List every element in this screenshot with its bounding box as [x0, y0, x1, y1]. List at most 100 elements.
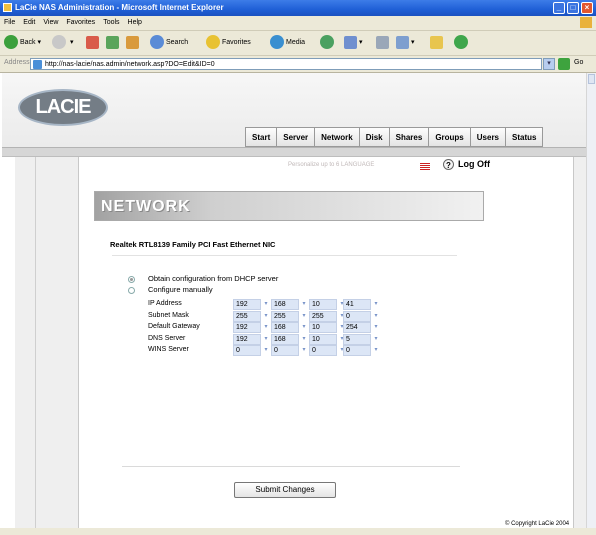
octet-select[interactable]: 254 [343, 322, 371, 333]
back-button[interactable]: Back ▾ [4, 34, 41, 52]
octet-select[interactable]: 0 [343, 310, 371, 322]
menu-favorites[interactable]: Favorites [62, 16, 99, 30]
divider [112, 255, 457, 256]
octet-select[interactable]: 192 [233, 333, 261, 345]
tab-start[interactable]: Start [245, 127, 277, 147]
media-button[interactable]: Media [270, 34, 305, 52]
chevron-down-icon[interactable]: ▾ [261, 311, 271, 322]
print-button[interactable] [376, 34, 389, 52]
tab-status[interactable]: Status [505, 127, 544, 147]
chevron-down-icon[interactable]: ▾ [261, 322, 271, 333]
nav-tabs: Start Server Network Disk Shares Groups … [245, 127, 544, 147]
language-flag-icon[interactable] [420, 163, 430, 170]
octet-select[interactable]: 0 [309, 345, 337, 356]
chevron-down-icon[interactable]: ▾ [371, 322, 381, 333]
home-button[interactable] [126, 34, 139, 52]
close-button[interactable]: × [581, 2, 593, 14]
edit-button[interactable]: ▾ [396, 34, 414, 52]
chevron-down-icon[interactable]: ▾ [299, 334, 309, 345]
chevron-down-icon[interactable]: ▾ [299, 345, 309, 356]
folder-button[interactable] [430, 34, 443, 52]
menu-edit[interactable]: Edit [19, 16, 39, 30]
chevron-down-icon[interactable]: ▾ [371, 345, 381, 356]
chevron-down-icon[interactable]: ▾ [261, 345, 271, 356]
chevron-down-icon[interactable]: ▾ [299, 322, 309, 333]
minimize-button[interactable]: _ [553, 2, 565, 14]
refresh-button[interactable] [106, 34, 119, 52]
octet-select[interactable]: 168 [271, 333, 299, 345]
messenger-button[interactable] [454, 34, 470, 52]
octet-select[interactable]: 255 [233, 310, 261, 322]
copyright: © Copyright LaCie 2004 [505, 521, 570, 527]
windows-logo-icon [580, 17, 592, 28]
dhcp-radio[interactable] [128, 276, 135, 283]
chevron-down-icon[interactable]: ▾ [371, 311, 381, 322]
stop-icon [86, 35, 99, 49]
tab-disk[interactable]: Disk [358, 127, 389, 147]
submit-changes-button[interactable]: Submit Changes [234, 482, 336, 498]
menu-file[interactable]: File [0, 16, 19, 30]
mail-button[interactable]: ▾ [344, 34, 362, 52]
dhcp-option-label: Obtain configuration from DHCP server [148, 274, 279, 283]
address-dropdown-icon[interactable]: ▾ [543, 58, 555, 70]
octet-select[interactable]: 0 [343, 345, 371, 356]
right-rail [573, 157, 586, 528]
nic-name: Realtek RTL8139 Family PCI Fast Ethernet… [110, 240, 276, 249]
octet-select[interactable]: 255 [309, 310, 337, 322]
chevron-down-icon[interactable]: ▾ [371, 299, 381, 310]
octet-select[interactable]: 192 [233, 322, 261, 333]
octet-select[interactable]: 0 [271, 345, 299, 356]
octet-select[interactable]: 5 [343, 333, 371, 345]
divider [122, 466, 460, 467]
field-label: Subnet Mask [148, 311, 189, 319]
field-label: IP Address [148, 300, 182, 307]
octet-select[interactable]: 255 [271, 310, 299, 322]
tab-server[interactable]: Server [276, 127, 315, 147]
logoff-link[interactable]: Log Off [458, 159, 490, 169]
octet-select[interactable]: 10 [309, 299, 337, 310]
chevron-down-icon[interactable]: ▾ [371, 334, 381, 345]
chevron-down-icon[interactable]: ▾ [299, 299, 309, 310]
manual-radio[interactable] [128, 287, 135, 294]
tab-shares[interactable]: Shares [388, 127, 429, 147]
menu-view[interactable]: View [39, 16, 62, 30]
octet-select[interactable]: 10 [309, 333, 337, 345]
app-icon [3, 3, 12, 12]
stop-button[interactable] [86, 34, 99, 52]
octet-select[interactable]: 192 [233, 299, 261, 310]
menu-tools[interactable]: Tools [99, 16, 123, 30]
octet-select[interactable]: 168 [271, 299, 299, 310]
tab-network[interactable]: Network [314, 127, 359, 147]
messenger-icon [454, 35, 468, 50]
octet-select[interactable]: 168 [271, 322, 299, 333]
chevron-down-icon[interactable]: ▾ [261, 299, 271, 310]
search-button[interactable]: Search [150, 34, 188, 52]
history-button[interactable] [320, 34, 336, 52]
tab-users[interactable]: Users [469, 127, 506, 147]
toolbar: Back ▾ ▾ Search Favorites Media ▾ ▾ [0, 31, 596, 56]
address-input[interactable]: http://nas-lacie/nas.admin/network.asp?D… [30, 58, 542, 70]
octet-select[interactable]: 0 [233, 345, 261, 356]
home-icon [126, 35, 139, 49]
go-button[interactable]: Go [574, 59, 583, 66]
left-rail [15, 157, 79, 528]
chevron-down-icon[interactable]: ▾ [261, 334, 271, 345]
vertical-scrollbar[interactable] [586, 73, 596, 528]
address-bar: Address http://nas-lacie/nas.admin/netwo… [0, 56, 596, 73]
favorites-button[interactable]: Favorites [206, 34, 251, 52]
menu-help[interactable]: Help [124, 16, 146, 30]
back-arrow-icon [4, 35, 18, 50]
lacie-logo: LACIE [18, 89, 108, 126]
language-hint: Personalize up to 6 LANGUAGE [288, 162, 375, 168]
go-arrow-icon[interactable] [558, 58, 570, 70]
scroll-up-arrow-icon[interactable] [588, 74, 595, 84]
help-icon[interactable]: ? [443, 159, 454, 170]
window-frame-bottom [0, 528, 596, 535]
forward-button[interactable]: ▾ [52, 34, 73, 52]
tab-groups[interactable]: Groups [428, 127, 470, 147]
octet-select[interactable]: 10 [309, 322, 337, 333]
chevron-down-icon[interactable]: ▾ [299, 311, 309, 322]
maximize-button[interactable]: □ [567, 2, 579, 14]
menu-bar: File Edit View Favorites Tools Help [0, 16, 596, 31]
octet-select[interactable]: 41 [343, 299, 371, 310]
